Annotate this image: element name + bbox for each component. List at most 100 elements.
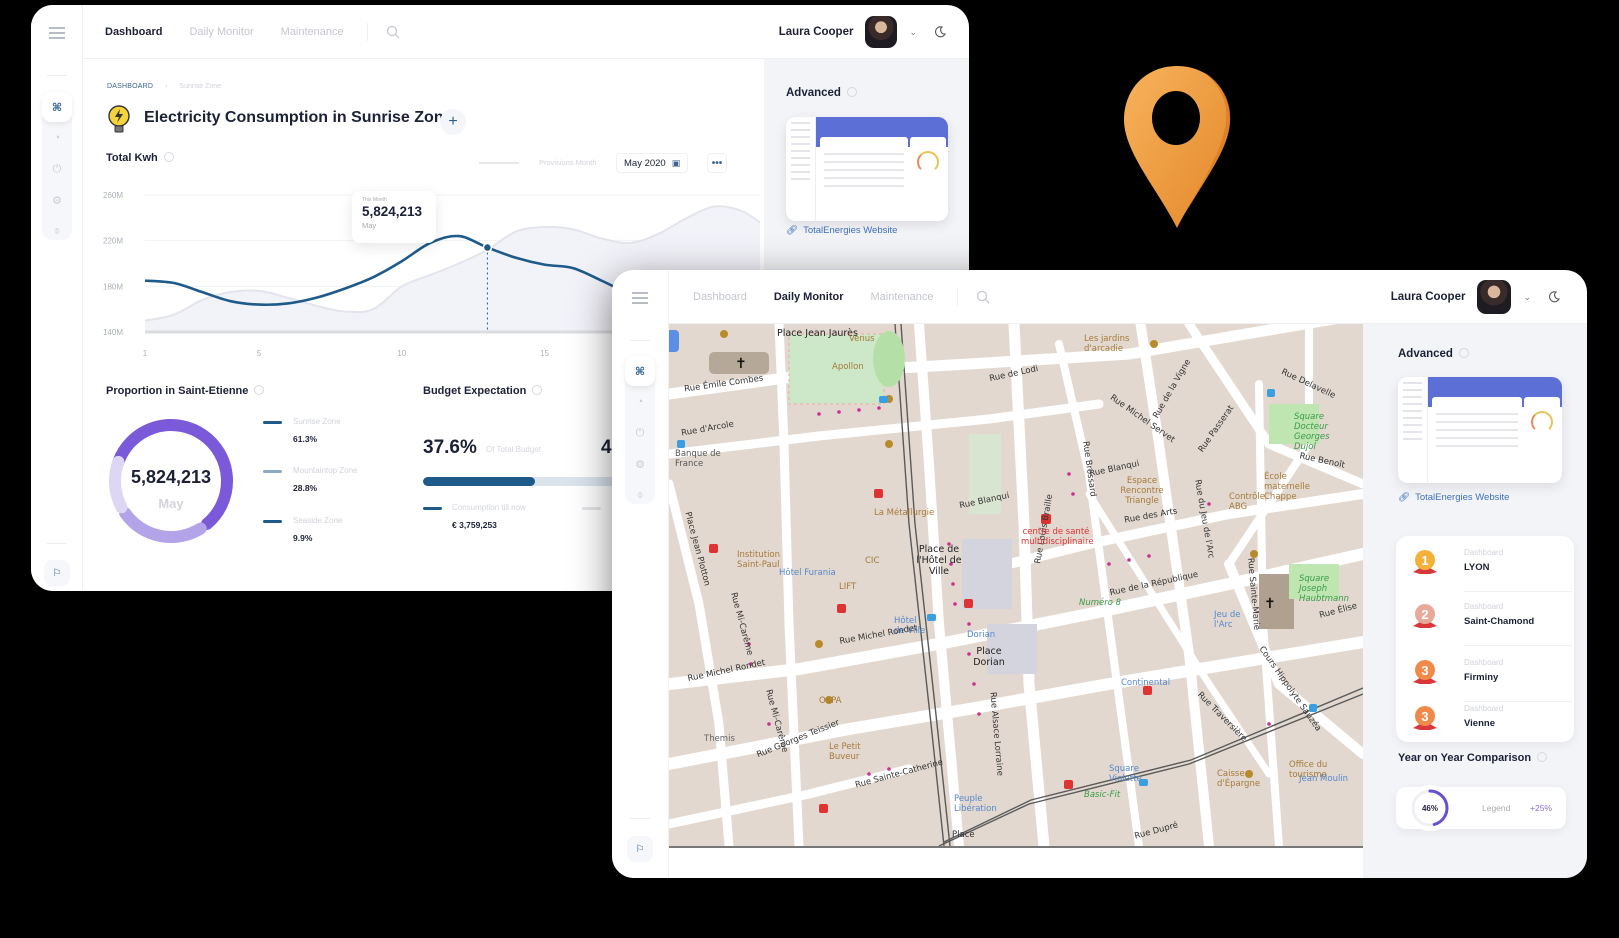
advanced-title: Advanced [786,87,857,99]
tab-dashboard[interactable]: Dashboard [693,291,747,303]
tab-daily-monitor[interactable]: Daily Monitor [774,291,844,303]
info-icon[interactable] [532,385,543,395]
avatar[interactable] [865,16,898,48]
map-label: Contrôle ABG [1229,492,1265,512]
user-menu[interactable]: Laura Cooper ⌄ [779,5,969,59]
power-icon[interactable]: ⏻ [625,418,655,448]
flag-icon[interactable]: ⚐ [627,836,653,862]
ranking-item[interactable]: 2 Dashboard Saint-Chamond [1396,592,1572,646]
advanced-title-text: Advanced [786,87,841,99]
month-picker[interactable]: May 2020 ▣ [616,153,688,173]
user-name: Laura Cooper [778,26,854,38]
donut-center-value: 5,824,213 [130,467,212,487]
website-preview-thumbnail[interactable] [786,117,948,221]
top-nav: Dashboard Daily Monitor Maintenance Laur… [669,270,1587,324]
breadcrumb: DASHBOARD › Sunrise Zone [107,83,221,90]
moon-icon[interactable] [1547,290,1561,304]
bronze-medal-icon: 3 [1413,706,1437,730]
map-label: La Métallurgie [874,508,935,518]
gear-icon[interactable]: ⚙ [625,449,655,479]
totalenergies-link[interactable]: 🔗︎ TotalEnergies Website [1398,492,1509,503]
breadcrumb-dashboard[interactable]: DASHBOARD [107,83,153,90]
info-icon[interactable] [1537,752,1548,762]
map-label: Place Jean Jaurès [777,328,858,339]
legend-swatch [263,470,282,473]
map-label: Place Dorian [973,646,1005,668]
map-panel-toggle[interactable] [669,330,679,352]
month-value: May 2020 [624,157,666,169]
add-button[interactable]: + [440,109,466,135]
pie-icon[interactable]: ◔ [625,387,655,417]
avatar[interactable] [1477,280,1512,314]
tab-dashboard[interactable]: Dashboard [105,26,162,38]
link-icon: 🔗︎ [786,225,799,236]
budget-of-label: Of Total Budget [486,445,541,454]
map-label: centre de santé multidisciplinaire [1021,527,1094,547]
consumption-value: € 3,759,253 [452,520,497,530]
info-icon[interactable] [163,152,174,162]
tab-daily-monitor[interactable]: Daily Monitor [189,26,253,38]
user-menu[interactable]: Laura Cooper ⌄ [1391,270,1587,324]
budget-progress-fill [423,477,535,486]
website-preview-thumbnail[interactable] [1398,377,1562,483]
map-label: Caisse d'Épargne [1217,769,1261,789]
rankings-list: 1 Dashboard LYON 2 Dashboard Saint-Chamo… [1396,536,1574,742]
link-icon: 🔗︎ [1398,492,1411,503]
chevron-down-icon[interactable]: ⌄ [1523,292,1531,303]
command-icon[interactable]: ⌘ [42,92,72,122]
city-map[interactable]: ✝ ✝ Place Jean Jaurès Vénus Apollon Rue … [669,324,1363,846]
advanced-title: Advanced [1398,348,1469,360]
proportion-title-text: Proportion in Saint-Etienne [106,385,249,397]
svg-text:✝: ✝ [735,355,747,371]
flag-icon[interactable]: ⚐ [44,560,70,586]
ranking-item[interactable]: 3 Dashboard Vienne [1396,694,1572,748]
svg-text:3: 3 [1421,663,1428,678]
proportion-title: Proportion in Saint-Etienne [106,385,265,397]
search-icon[interactable] [976,290,990,304]
map-label: Hôtel Furania [779,568,836,578]
yoy-title: Year on Year Comparison [1398,752,1548,764]
info-icon[interactable] [846,87,857,97]
info-icon[interactable] [254,385,265,395]
sidebar-rail: ⌘ ◔ ⏻ ⚙ ⌽ ⚐ [31,5,83,591]
tab-maintenance[interactable]: Maintenance [281,26,344,38]
menu-icon[interactable] [632,292,648,304]
daily-monitor-window: ⌘ ◔ ⏻ ⚙ ⌽ ⚐ Dashboard Daily Monitor Main… [612,270,1587,878]
search-icon[interactable] [386,25,400,39]
moon-icon[interactable] [933,25,947,39]
chevron-down-icon[interactable]: ⌄ [909,27,917,38]
tab-maintenance[interactable]: Maintenance [871,291,934,303]
svg-text:3: 3 [1421,709,1428,724]
user-name: Laura Cooper [1390,291,1466,303]
total-kwh-text: Total Kwh [106,152,158,164]
legend-name: Sunrise Zone [293,417,341,426]
ranking-item[interactable]: 1 Dashboard LYON [1396,538,1572,592]
legend-line [479,162,519,164]
info-icon[interactable] [1458,348,1469,358]
lightbulb-icon [108,105,130,133]
x-tick-label: 1 [143,349,148,358]
x-tick-label: 5 [257,349,262,358]
sidebar-rail: ⌘ ◔ ⏻ ⚙ ⌽ ⚐ [612,270,669,878]
x-tick-label: 15 [540,349,549,358]
legend-swatch [423,507,442,510]
ranking-caption: Dashboard [1464,658,1504,667]
map-label: École maternelle Chappe [1264,472,1310,502]
budget-title: Budget Expectation [423,385,543,397]
plug-icon[interactable]: ⌽ [625,480,655,510]
yoy-legend: Legend [1482,803,1511,813]
totalenergies-link[interactable]: 🔗︎ TotalEnergies Website [786,225,897,236]
map-label: Le Petit Buveur [829,742,861,762]
more-options-button[interactable]: ••• [707,153,727,173]
command-icon[interactable]: ⌘ [625,356,655,386]
map-label: Peuple Libération [954,794,997,814]
map-label: LIFT [839,582,857,592]
map-label: Les jardins d'arcadie [1084,334,1130,354]
gear-icon[interactable]: ⚙ [42,185,72,215]
power-icon[interactable]: ⏻ [42,154,72,184]
donut-segment [119,507,207,543]
pie-icon[interactable]: ◔ [42,123,72,153]
plug-icon[interactable]: ⌽ [42,216,72,246]
menu-icon[interactable] [49,27,65,39]
sidebar-nav-group: ⌘ ◔ ⏻ ⚙ ⌽ [42,92,72,240]
